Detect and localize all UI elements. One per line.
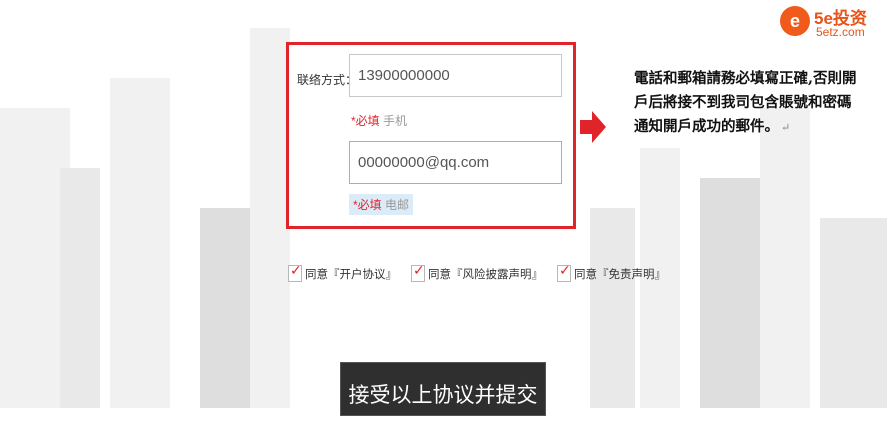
return-mark: ↵ xyxy=(781,121,791,134)
checkbox-checked-icon[interactable]: ✓ xyxy=(288,263,302,282)
email-hint: *必填 电邮 xyxy=(349,194,414,215)
phone-required-mark: *必填 xyxy=(351,114,380,128)
instruction-text: 電話和郵箱請務必填寫正確,否則開戶后將接不到我司包含賬號和密碼通知開戶成功的郵件… xyxy=(634,70,857,135)
arrow-right-icon xyxy=(580,111,606,143)
checkbox-checked-icon[interactable]: ✓ xyxy=(411,263,425,282)
email-hint-text: 电邮 xyxy=(385,198,410,212)
instruction-note: 電話和郵箱請務必填寫正確,否則開戶后將接不到我司包含賬號和密碼通知開戶成功的郵件… xyxy=(634,67,864,140)
email-input[interactable] xyxy=(349,141,562,184)
phone-hint-text: 手机 xyxy=(383,114,408,128)
phone-input[interactable] xyxy=(349,54,562,97)
agree-label: 同意『免责声明』 xyxy=(574,268,666,281)
logo-mark-icon: e xyxy=(780,6,810,36)
agree-account-opening[interactable]: ✓ 同意『开户协议』 xyxy=(288,263,397,282)
logo-url-text: 5etz.com xyxy=(816,25,865,39)
email-required-mark: *必填 xyxy=(353,198,382,212)
agree-label: 同意『开户协议』 xyxy=(305,268,397,281)
checkbox-checked-icon[interactable]: ✓ xyxy=(557,263,571,282)
agree-risk-disclosure[interactable]: ✓ 同意『风险披露声明』 xyxy=(411,263,543,282)
contact-form-highlight: 联络方式： *必填 手机 *必填 电邮 xyxy=(286,42,576,229)
agree-disclaimer[interactable]: ✓ 同意『免责声明』 xyxy=(557,263,666,282)
phone-hint: *必填 手机 xyxy=(347,110,411,131)
agreement-checkboxes: ✓ 同意『开户协议』 ✓ 同意『风险披露声明』 ✓ 同意『免责声明』 xyxy=(288,263,666,282)
agree-label: 同意『风险披露声明』 xyxy=(428,268,543,281)
site-logo[interactable]: e 5e投资 5etz.com xyxy=(780,4,884,40)
contact-label: 联络方式： xyxy=(297,73,358,87)
